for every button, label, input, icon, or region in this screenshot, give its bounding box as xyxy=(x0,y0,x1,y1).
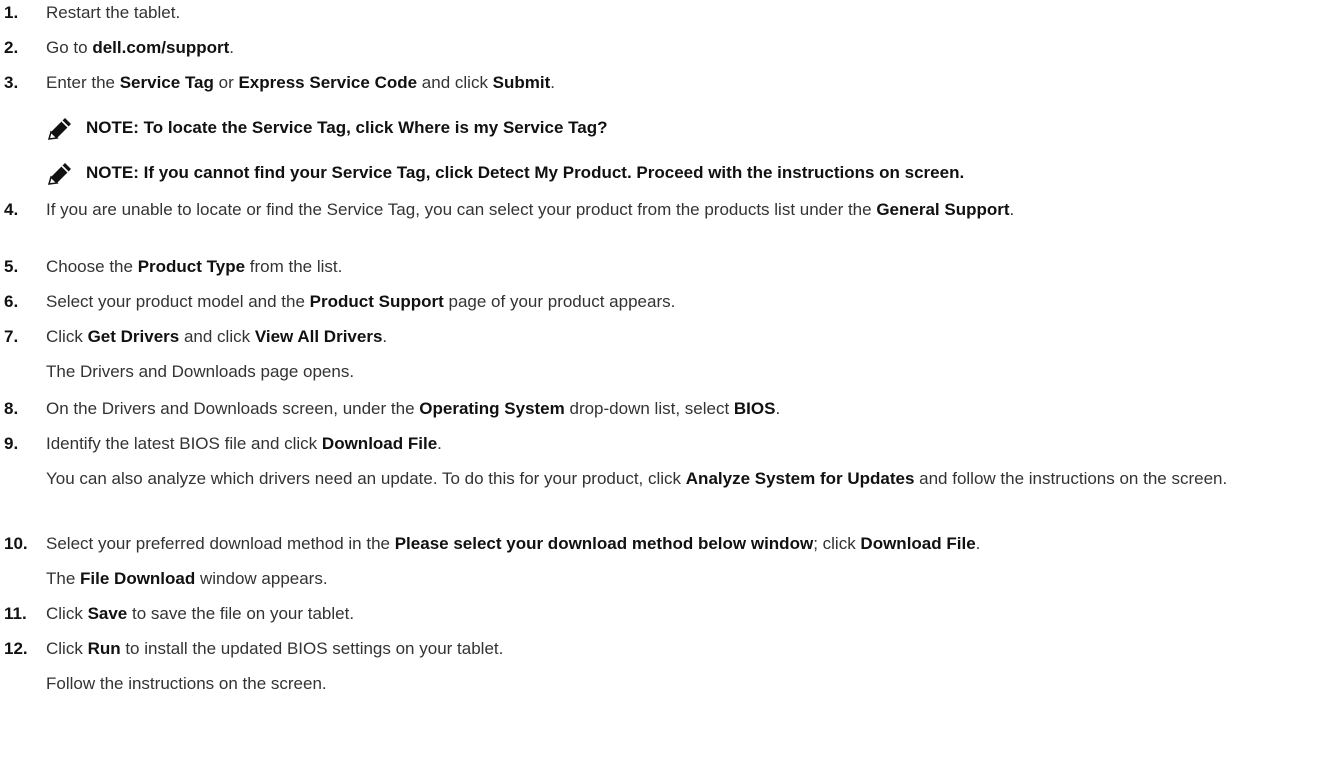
step-text: Identify the latest BIOS file and click … xyxy=(46,434,442,453)
step-text: Go to dell.com/support. xyxy=(46,38,235,57)
step-text: Restart the tablet. xyxy=(46,3,181,22)
note-text: NOTE: If you cannot find your Service Ta… xyxy=(86,163,965,182)
step-text: Select your preferred download method in… xyxy=(46,534,981,553)
step-number: 7. xyxy=(4,327,19,346)
step-text: On the Drivers and Downloads screen, und… xyxy=(46,399,781,418)
step-number: 4. xyxy=(4,200,19,219)
note-text: NOTE: To locate the Service Tag, click W… xyxy=(86,118,608,137)
step-number: 8. xyxy=(4,399,19,418)
step-number: 9. xyxy=(4,434,19,453)
step-number: 12. xyxy=(4,639,28,658)
step-number: 10. xyxy=(4,534,28,553)
dell-support-link[interactable]: dell.com/support xyxy=(92,38,229,57)
step-number: 3. xyxy=(4,73,19,92)
step-result-text: The File Download window appears. xyxy=(46,569,328,588)
step-text: Click Save to save the file on your tabl… xyxy=(46,604,355,623)
step-number: 2. xyxy=(4,38,19,57)
step-text: Click Run to install the updated BIOS se… xyxy=(46,639,504,658)
step-text: Enter the Service Tag or Express Service… xyxy=(46,73,556,92)
step-result-text: The Drivers and Downloads page opens. xyxy=(46,362,355,381)
step-text: Click Get Drivers and click View All Dri… xyxy=(46,327,388,346)
step-text: If you are unable to locate or find the … xyxy=(46,200,1015,219)
procedure-document: 1. Restart the tablet. 2. Go to dell.com… xyxy=(0,0,1333,764)
step-number: 5. xyxy=(4,257,19,276)
pencil-note-icon xyxy=(46,116,76,142)
step-result-text: Follow the instructions on the screen. xyxy=(46,674,327,693)
step-number: 11. xyxy=(4,604,27,623)
step-number: 1. xyxy=(4,3,19,22)
step-text: Select your product model and the Produc… xyxy=(46,292,676,311)
step-result-text: You can also analyze which drivers need … xyxy=(46,469,1228,488)
step-text: Choose the Product Type from the list. xyxy=(46,257,343,276)
pencil-note-icon xyxy=(46,161,76,187)
step-number: 6. xyxy=(4,292,19,311)
